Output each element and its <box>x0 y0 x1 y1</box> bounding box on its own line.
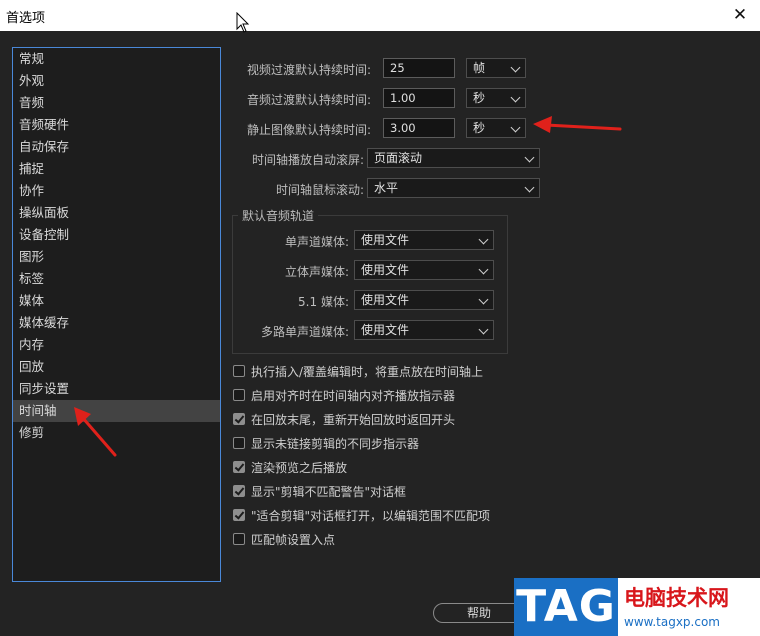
chevron-down-icon <box>524 182 535 193</box>
checkbox-box[interactable] <box>233 509 245 521</box>
sidebar-item-appearance[interactable]: 外观 <box>13 70 220 92</box>
preferences-category-list: 常规 外观 音频 音频硬件 自动保存 捕捉 协作 操纵面板 设备控制 图形 标签… <box>12 47 221 582</box>
checkbox-box[interactable] <box>233 389 245 401</box>
watermark-url: www.tagxp.com <box>624 615 720 629</box>
sidebar-item-playback[interactable]: 回放 <box>13 356 220 378</box>
checkbox-box[interactable] <box>233 437 245 449</box>
mouse-scroll-value: 水平 <box>374 181 399 195</box>
sidebar-item-general[interactable]: 常规 <box>13 48 220 70</box>
sidebar-item-media-cache[interactable]: 媒体缓存 <box>13 312 220 334</box>
checkbox-box[interactable] <box>233 485 245 497</box>
sidebar-item-trim[interactable]: 修剪 <box>13 422 220 444</box>
stereo-media-label: 立体声媒体: <box>284 265 349 279</box>
sidebar-item-labels[interactable]: 标签 <box>13 268 220 290</box>
sidebar-item-device-control[interactable]: 设备控制 <box>13 224 220 246</box>
multi-mono-media-value: 使用文件 <box>361 323 410 337</box>
watermark-logo: TAG 电脑技术网 www.tagxp.com <box>514 578 760 636</box>
chevron-down-icon <box>478 324 489 335</box>
multi-mono-media-label: 多路单声道媒体: <box>260 325 349 339</box>
chevron-down-icon <box>510 62 521 73</box>
mouse-scroll-label: 时间轴鼠标滚动: <box>275 183 364 197</box>
mouse-cursor-icon <box>236 12 250 33</box>
audio-transition-label: 音频过渡默认持续时间: <box>246 93 371 107</box>
still-image-duration-label: 静止图像默认持续时间: <box>246 123 371 137</box>
sidebar-item-audio-hardware[interactable]: 音频硬件 <box>13 114 220 136</box>
checkbox-label: "适合剪辑"对话框打开，以编辑范围不匹配项 <box>251 509 491 523</box>
audio-transition-unit-select[interactable]: 秒 <box>466 88 526 108</box>
chevron-down-icon <box>478 294 489 305</box>
checkbox-label: 启用对齐时在时间轴内对齐播放指示器 <box>251 389 456 403</box>
sidebar-item-timeline[interactable]: 时间轴 <box>13 400 220 422</box>
surround-media-select[interactable]: 使用文件 <box>354 290 494 310</box>
video-transition-unit-select[interactable]: 帧 <box>466 58 526 78</box>
multi-mono-media-select[interactable]: 使用文件 <box>354 320 494 340</box>
audio-transition-unit-value: 秒 <box>473 91 486 105</box>
playback-autoscroll-label: 时间轴播放自动滚屏: <box>251 153 364 167</box>
checkbox-label: 执行插入/覆盖编辑时，将重点放在时间轴上 <box>251 365 484 379</box>
still-image-unit-select[interactable]: 秒 <box>466 118 526 138</box>
sidebar-item-audio[interactable]: 音频 <box>13 92 220 114</box>
watermark-site-block: 电脑技术网 www.tagxp.com <box>618 578 760 636</box>
audio-transition-input[interactable]: 1.00 <box>383 88 455 108</box>
chevron-down-icon <box>524 152 535 163</box>
default-audio-tracks-title: 默认音频轨道 <box>238 207 319 224</box>
checkbox-box[interactable] <box>233 365 245 377</box>
surround-media-label: 5.1 媒体: <box>298 295 349 309</box>
sidebar-item-sync-settings[interactable]: 同步设置 <box>13 378 220 400</box>
checkbox-label: 渲染预览之后播放 <box>251 461 348 475</box>
still-image-duration-input[interactable]: 3.00 <box>383 118 455 138</box>
checkbox-label: 显示"剪辑不匹配警告"对话框 <box>251 485 407 499</box>
chevron-down-icon <box>510 122 521 133</box>
mono-media-label: 单声道媒体: <box>284 235 349 249</box>
sidebar-item-capture[interactable]: 捕捉 <box>13 158 220 180</box>
title-bar: 首选项 ✕ <box>0 0 760 31</box>
sidebar-item-auto-save[interactable]: 自动保存 <box>13 136 220 158</box>
video-transition-unit-value: 帧 <box>473 61 486 75</box>
surround-media-value: 使用文件 <box>361 293 410 307</box>
watermark-tag-text: TAG <box>514 578 618 636</box>
sidebar-item-graphics[interactable]: 图形 <box>13 246 220 268</box>
playback-autoscroll-value: 页面滚动 <box>374 151 423 165</box>
window-title: 首选项 <box>6 11 46 26</box>
checkbox-box[interactable] <box>233 533 245 545</box>
mono-media-value: 使用文件 <box>361 233 410 247</box>
sidebar-item-collaboration[interactable]: 协作 <box>13 180 220 202</box>
video-transition-input[interactable]: 25 <box>383 58 455 78</box>
stereo-media-select[interactable]: 使用文件 <box>354 260 494 280</box>
checkbox-label: 在回放末尾，重新开始回放时返回开头 <box>251 413 456 427</box>
sidebar-item-media[interactable]: 媒体 <box>13 290 220 312</box>
mouse-scroll-select[interactable]: 水平 <box>367 178 540 198</box>
stereo-media-value: 使用文件 <box>361 263 410 277</box>
still-image-unit-value: 秒 <box>473 121 486 135</box>
watermark-site-name: 电脑技术网 <box>624 586 729 610</box>
arrow-to-still-image-unit <box>533 116 622 133</box>
chevron-down-icon <box>478 234 489 245</box>
checkbox-box[interactable] <box>233 461 245 473</box>
chevron-down-icon <box>510 92 521 103</box>
close-icon[interactable]: ✕ <box>720 0 760 31</box>
checkbox-label: 匹配帧设置入点 <box>251 533 336 547</box>
chevron-down-icon <box>478 264 489 275</box>
checkbox-label: 显示未链接剪辑的不同步指示器 <box>251 437 420 451</box>
playback-autoscroll-select[interactable]: 页面滚动 <box>367 148 540 168</box>
sidebar-item-control-surface[interactable]: 操纵面板 <box>13 202 220 224</box>
mono-media-select[interactable]: 使用文件 <box>354 230 494 250</box>
checkbox-box[interactable] <box>233 413 245 425</box>
video-transition-label: 视频过渡默认持续时间: <box>246 63 371 77</box>
help-button[interactable]: 帮助 <box>433 603 525 623</box>
sidebar-item-memory[interactable]: 内存 <box>13 334 220 356</box>
